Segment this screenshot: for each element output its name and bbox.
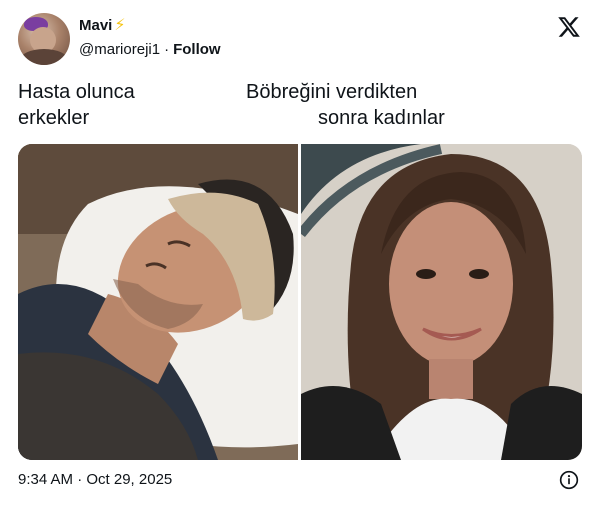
caption-left-line2: erkekler <box>18 107 90 129</box>
caption-left-line1: Hasta olunca <box>18 81 135 103</box>
photo-man-illustration <box>18 144 298 460</box>
author-handle-row: @marioreji1 · Follow <box>79 40 221 60</box>
photo-woman-smiling[interactable] <box>301 144 582 460</box>
photo-man-sick-in-bed[interactable] <box>18 144 298 460</box>
avatar[interactable] <box>18 13 70 65</box>
avatar-shoulder <box>20 49 68 65</box>
author-handle[interactable]: @marioreji1 <box>79 40 160 60</box>
lightning-bolt-icon: ⚡ <box>114 17 126 34</box>
photo-woman-illustration <box>301 144 582 460</box>
tweet-card: Mavi ⚡ @marioreji1 · Follow Hasta olunca… <box>0 0 600 510</box>
caption-right-line2: sonra kadınlar <box>318 107 445 129</box>
post-timestamp[interactable]: 9:34 AM · Oct 29, 2025 <box>18 470 172 490</box>
follow-button[interactable]: Follow <box>173 40 221 60</box>
author-name[interactable]: Mavi <box>79 16 112 36</box>
caption-right-line1: Böbreğini verdikten <box>246 81 418 103</box>
info-icon[interactable] <box>559 470 579 490</box>
separator-dot: · <box>164 41 170 58</box>
x-logo-icon[interactable] <box>557 15 581 39</box>
author-name-row[interactable]: Mavi ⚡ <box>79 16 126 36</box>
